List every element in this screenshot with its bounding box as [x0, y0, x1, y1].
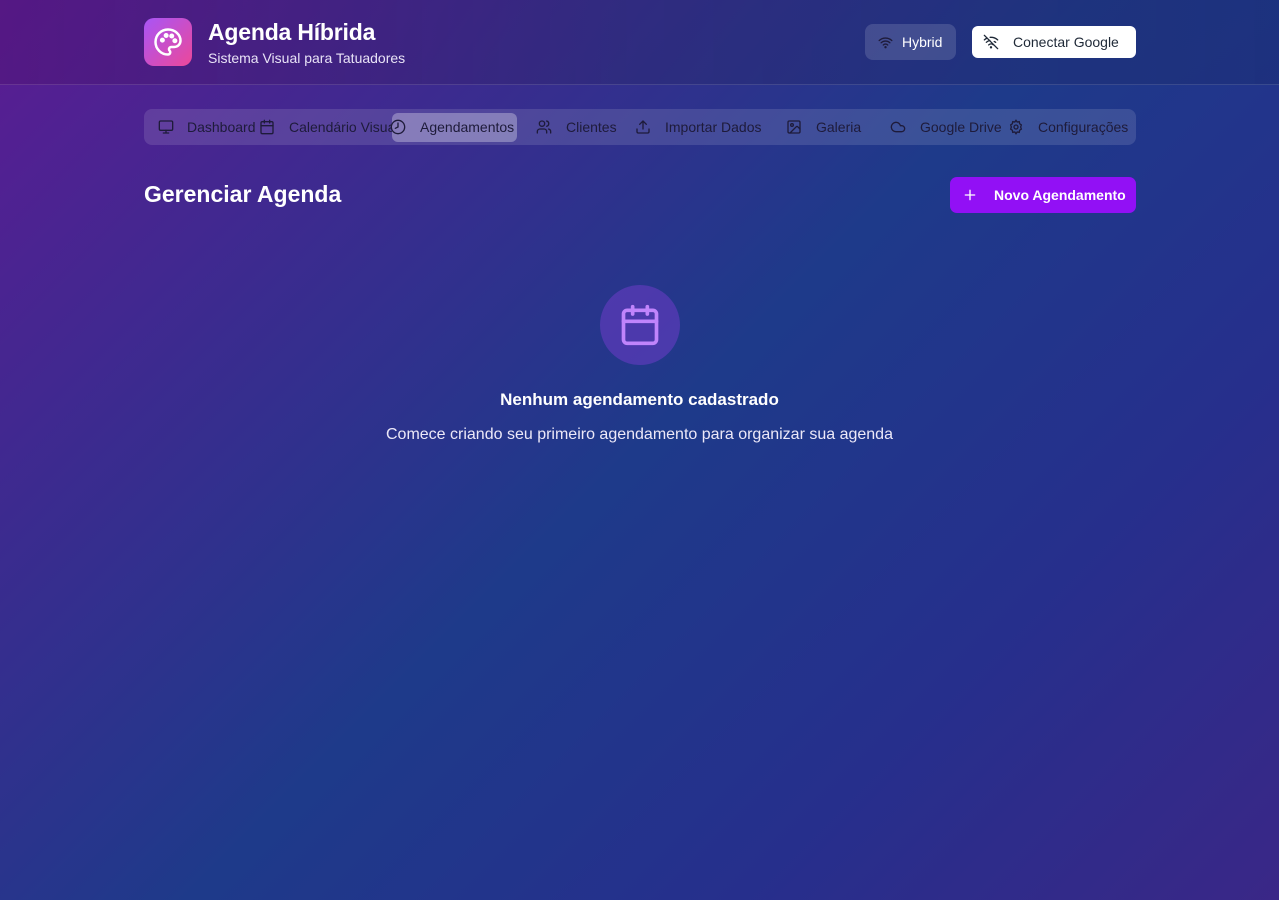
- tab-galeria[interactable]: Galeria: [786, 109, 876, 145]
- app-logo: [144, 18, 192, 66]
- tab-agendamentos[interactable]: Agendamentos: [390, 109, 520, 145]
- calendar-icon: [260, 119, 274, 135]
- tab-calendario-visual[interactable]: Calendário Visual: [259, 109, 392, 145]
- tab-galeria-label: Galeria: [816, 119, 862, 135]
- tab-configuracoes-label: Configurações: [1038, 119, 1129, 135]
- palette-icon: [154, 28, 182, 56]
- connect-google-label: Conectar Google: [1013, 34, 1119, 50]
- page-title: Gerenciar Agenda: [144, 181, 342, 207]
- new-appointment-label: Novo Agendamento: [994, 187, 1126, 203]
- tab-google-drive[interactable]: Google Drive: [890, 109, 1008, 145]
- empty-state-description: Comece criando seu primeiro agendamento …: [386, 426, 893, 443]
- tab-importar-dados[interactable]: Importar Dados: [635, 109, 775, 145]
- tab-dashboard[interactable]: Dashboard: [144, 109, 259, 145]
- wifi-icon: [878, 36, 893, 48]
- hybrid-mode-button[interactable]: Hybrid: [865, 24, 956, 60]
- tab-google-drive-label: Google Drive: [920, 119, 1002, 135]
- image-icon: [787, 120, 801, 134]
- cloud-icon: [890, 121, 906, 133]
- tab-configuracoes[interactable]: Configurações: [1008, 109, 1136, 145]
- tab-agendamentos-label: Agendamentos: [420, 119, 515, 135]
- tab-importar-dados-label: Importar Dados: [665, 119, 762, 135]
- new-appointment-button[interactable]: Novo Agendamento: [950, 177, 1136, 213]
- hybrid-mode-label: Hybrid: [902, 34, 943, 50]
- monitor-icon: [158, 120, 174, 134]
- users-icon: [536, 120, 552, 134]
- wifi-off-icon: [983, 34, 999, 50]
- tab-clientes[interactable]: Clientes: [536, 109, 626, 145]
- connect-google-button[interactable]: Conectar Google: [972, 26, 1136, 58]
- tab-dashboard-label: Dashboard: [187, 119, 256, 135]
- tab-clientes-label: Clientes: [566, 119, 617, 135]
- plus-icon: [964, 189, 976, 201]
- empty-state-icon-container: [600, 285, 680, 365]
- gear-icon: [1009, 119, 1023, 135]
- clock-icon: [390, 119, 406, 135]
- app-title: Agenda Híbrida: [208, 19, 376, 45]
- calendar-icon: [621, 304, 659, 346]
- empty-state-title: Nenhum agendamento cadastrado: [500, 390, 779, 409]
- app-subtitle: Sistema Visual para Tatuadores: [208, 50, 406, 66]
- tab-calendario-visual-label: Calendário Visual: [289, 119, 392, 135]
- upload-icon: [636, 120, 650, 134]
